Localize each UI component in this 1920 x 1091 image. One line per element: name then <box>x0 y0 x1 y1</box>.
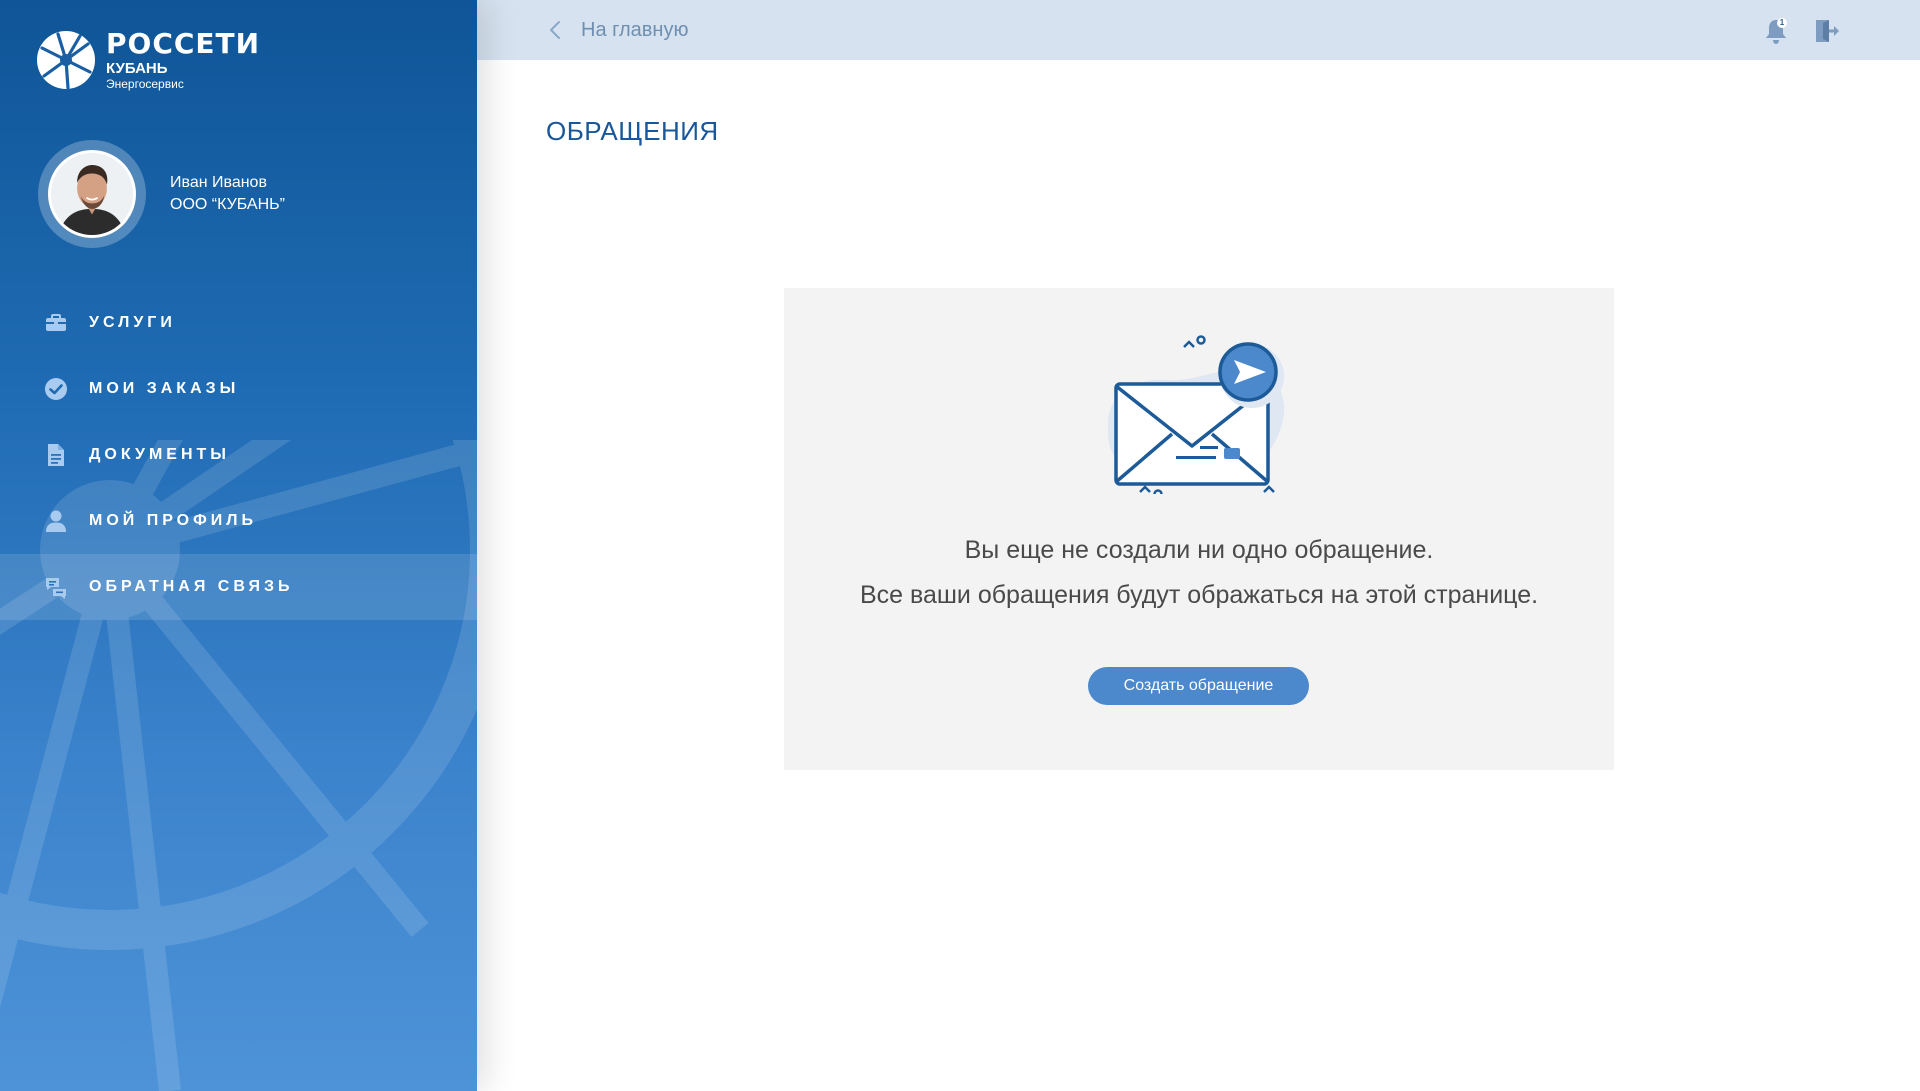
brand-name: РОССЕТИ <box>106 27 261 60</box>
nav-item-feedback[interactable]: ОБРАТНАЯ СВЯЗЬ <box>0 554 477 620</box>
check-circle-icon <box>44 377 68 401</box>
notifications-button[interactable]: 1 <box>1763 17 1789 45</box>
create-request-button[interactable]: Создать обращение <box>1088 667 1309 705</box>
document-icon <box>44 443 68 467</box>
avatar[interactable] <box>48 150 136 238</box>
rosseti-logo-icon <box>37 31 95 90</box>
logout-icon <box>1816 20 1839 42</box>
back-label: На главную <box>581 18 689 41</box>
chat-bubbles-icon <box>44 575 68 599</box>
avatar-ring <box>38 140 146 248</box>
empty-state-hint: Все ваши обращения будут ображаться на э… <box>859 581 1539 609</box>
nav-label: МОЙ ПРОФИЛЬ <box>89 512 258 529</box>
envelope-send-icon <box>1108 335 1285 494</box>
user-name: Иван Иванов <box>170 174 267 191</box>
user-company: ООО “КУБАНЬ” <box>170 196 285 213</box>
chevron-left-icon <box>550 21 560 39</box>
user-avatar-photo <box>51 153 133 235</box>
page-title: ОБРАЩЕНИЯ <box>546 116 719 146</box>
user-profile[interactable]: Иван Иванов ООО “КУБАНЬ” <box>38 140 285 248</box>
user-icon <box>44 509 68 533</box>
brand-region: КУБАНЬ <box>106 60 168 77</box>
nav-item-my-orders[interactable]: МОИ ЗАКАЗЫ <box>0 356 477 422</box>
brand-subtitle: Энергосервис <box>106 77 184 91</box>
nav-item-services[interactable]: УСЛУГИ <box>0 290 477 356</box>
notification-badge: 1 <box>1779 18 1785 27</box>
nav-label: ДОКУМЕНТЫ <box>89 446 230 463</box>
back-to-home-link[interactable]: На главную <box>549 0 688 60</box>
nav-item-my-profile[interactable]: МОЙ ПРОФИЛЬ <box>0 488 477 554</box>
briefcase-icon <box>44 311 68 335</box>
nav-item-documents[interactable]: ДОКУМЕНТЫ <box>0 422 477 488</box>
top-bar: На главную 1 <box>477 0 1920 60</box>
nav-label: МОИ ЗАКАЗЫ <box>89 380 240 397</box>
sidebar: РОССЕТИ КУБАНЬ Энергосервис Иван Иванов <box>0 0 477 1091</box>
nav-label: ОБРАТНАЯ СВЯЗЬ <box>89 578 294 595</box>
empty-state-card: Вы еще не создали ни одно обращение. Все… <box>784 288 1614 770</box>
nav-label: УСЛУГИ <box>89 314 176 331</box>
logout-button[interactable] <box>1813 18 1839 44</box>
brand-logo[interactable]: РОССЕТИ КУБАНЬ Энергосервис <box>36 30 260 90</box>
empty-state-message: Вы еще не создали ни одно обращение. <box>964 536 1434 564</box>
main-nav: УСЛУГИ МОИ ЗАКАЗЫ ДОКУМЕНТЫ МОЙ ПРОФИЛЬ … <box>0 290 477 620</box>
